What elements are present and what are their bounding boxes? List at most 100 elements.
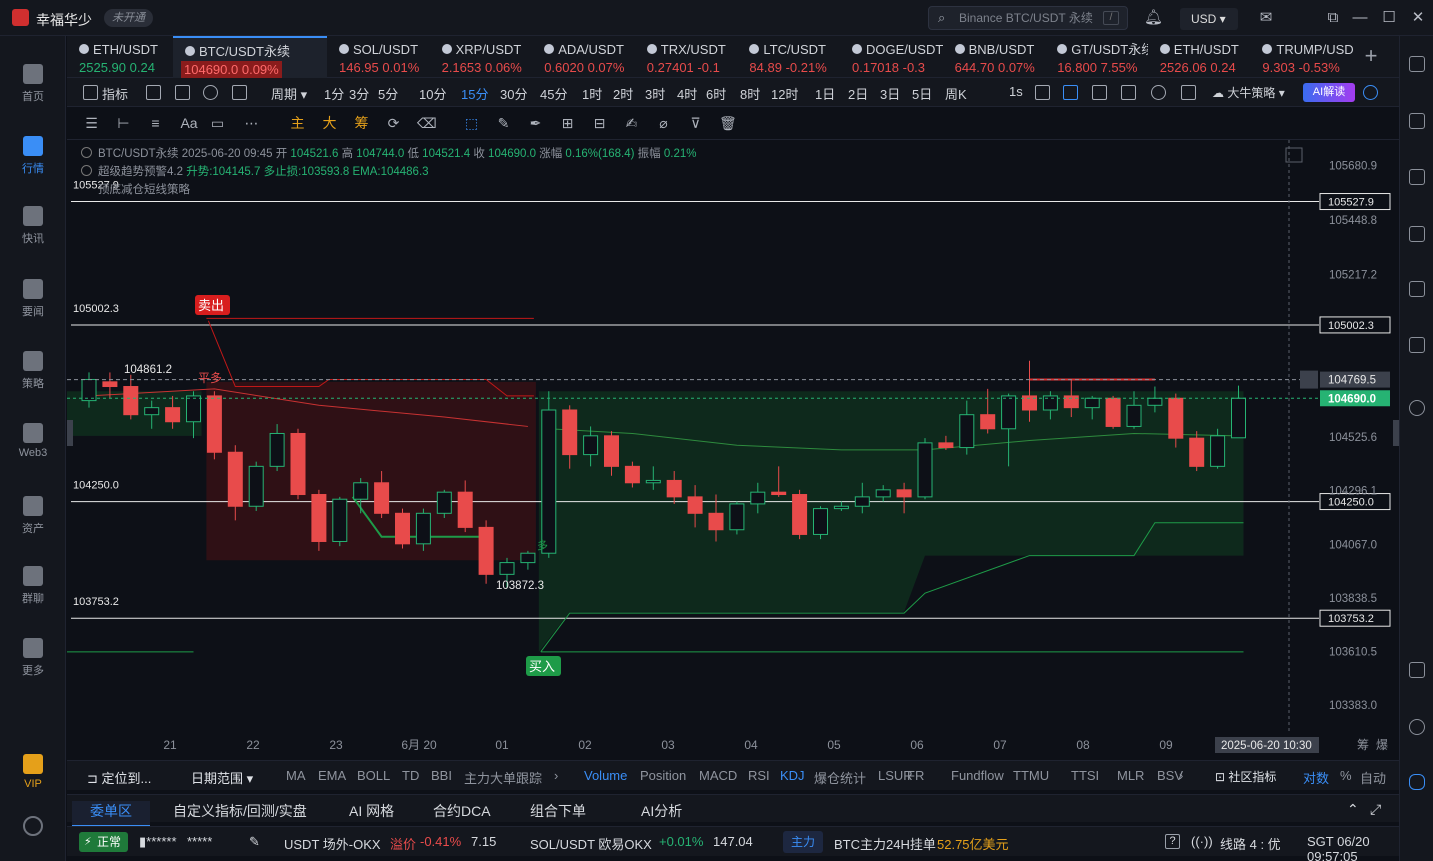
tab-9[interactable]: GT/USDT永续 16.800 7.55%	[1045, 36, 1148, 78]
candle-body[interactable]	[1063, 395, 1079, 409]
candle-body[interactable]	[604, 435, 619, 467]
candle-body[interactable]	[1001, 395, 1017, 430]
candle-body[interactable]	[1147, 397, 1163, 406]
sidebar-item-9[interactable]: VIP	[0, 754, 66, 790]
tab-10[interactable]: ETH/USDT 2526.06 0.24	[1148, 36, 1251, 78]
log-scale-toggle[interactable]: 对数	[1303, 768, 1329, 787]
sub-indicator-0[interactable]: Volume	[584, 768, 627, 783]
candle-body[interactable]	[896, 489, 912, 498]
candle-body[interactable]	[1231, 397, 1246, 439]
candle-body[interactable]	[562, 409, 578, 456]
sub-indicator-11[interactable]: MLR	[1117, 768, 1144, 783]
chip-tool[interactable]: 筹	[353, 115, 370, 132]
timeframe-8[interactable]: 2时	[613, 84, 633, 103]
candle-body[interactable]	[186, 395, 201, 423]
candle-body[interactable]	[729, 503, 745, 531]
timeframe-18[interactable]: 周K	[945, 84, 967, 103]
candle-body[interactable]	[332, 498, 348, 542]
legend-collapse-icon[interactable]	[81, 165, 92, 176]
panel-layout-icon[interactable]	[1409, 662, 1425, 678]
main-indicator-0[interactable]: MA	[286, 768, 306, 783]
sidebar-item-6[interactable]: 资产	[0, 496, 66, 536]
sub-indicator-2[interactable]: MACD	[699, 768, 737, 783]
sub-indicator-8[interactable]: Fundflow	[951, 768, 1004, 783]
ruler-icon[interactable]: ▭	[209, 115, 226, 132]
candle-type-icon[interactable]	[232, 85, 247, 100]
timeframe-3[interactable]: 10分	[419, 84, 446, 103]
pattern-icon[interactable]: ⟳	[385, 115, 402, 132]
candle-body[interactable]	[624, 465, 640, 484]
timeframe-1[interactable]: 3分	[349, 84, 369, 103]
tab-4[interactable]: ADA/USDT 0.6020 0.07%	[532, 36, 635, 78]
price-chart[interactable]: 105527.9 105527.9 105002.3 105002.3 104250.0…	[67, 140, 1399, 760]
candle-body[interactable]	[123, 386, 139, 416]
pen-icon[interactable]: ✒	[527, 115, 544, 132]
timeframe-14[interactable]: 1日	[815, 84, 835, 103]
tab-5[interactable]: TRX/USDT 0.27401 -0.1	[635, 36, 738, 78]
popout-window-icon[interactable]: ⧉	[1324, 9, 1342, 27]
candle-body[interactable]	[478, 526, 494, 575]
tab-6[interactable]: LTC/USDT 84.89 -0.21%	[737, 36, 840, 78]
cursor-select-icon[interactable]: ⬚	[463, 115, 480, 132]
timeframe-13[interactable]: 12时	[771, 84, 798, 103]
sidebar-item-2[interactable]: 快讯	[0, 206, 66, 246]
sidebar-item-8[interactable]: 更多	[0, 638, 66, 678]
tab-3[interactable]: XRP/USDT 2.1653 0.06%	[430, 36, 533, 78]
layout-grid-icon[interactable]	[175, 85, 190, 100]
candle-body[interactable]	[750, 491, 766, 505]
more-dots-icon[interactable]: ⋯	[243, 115, 260, 132]
candle-body[interactable]	[1084, 397, 1100, 409]
tab-2[interactable]: SOL/USDT 146.95 0.01%	[327, 36, 430, 78]
sub-indicator-1[interactable]: Position	[640, 768, 686, 783]
candle-body[interactable]	[144, 407, 160, 416]
filter-icon[interactable]: ⊽	[687, 115, 704, 132]
panel-tab-5[interactable]: AI分析	[641, 801, 682, 821]
candle-body[interactable]	[165, 407, 181, 423]
panel-tab-2[interactable]: AI 网格	[349, 801, 394, 821]
layout-list-icon[interactable]	[1409, 56, 1425, 72]
candle-body[interactable]	[353, 482, 369, 500]
chart-canvas[interactable]: 105527.9105527.9105002.3105002.3104250.0…	[67, 140, 1399, 760]
timeframe-2[interactable]: 5分	[378, 84, 398, 103]
candle-body[interactable]	[771, 491, 787, 496]
candle-body[interactable]	[436, 491, 452, 514]
candle-body[interactable]	[708, 512, 724, 531]
candle-body[interactable]	[1168, 397, 1184, 439]
strategy-dropdown[interactable]: ☁ 大牛策略 ▾	[1212, 84, 1285, 101]
mail-icon[interactable]: ✉	[1257, 9, 1275, 27]
timeframe-16[interactable]: 3日	[880, 84, 900, 103]
period-dropdown[interactable]: 周期 ▾	[271, 84, 307, 103]
candle-body[interactable]	[917, 442, 933, 498]
currency-select[interactable]: USD ▾	[1180, 8, 1238, 30]
right-scroll-handle[interactable]	[1393, 420, 1399, 446]
note-edit-icon[interactable]: ✍	[623, 115, 640, 132]
main-tool[interactable]: 主	[289, 115, 306, 132]
candle-body[interactable]	[645, 479, 661, 484]
candle-body[interactable]	[875, 489, 891, 498]
monitor-icon[interactable]	[1409, 281, 1425, 297]
minimize-icon[interactable]: —	[1351, 9, 1369, 27]
candle-body[interactable]	[792, 494, 808, 535]
sidebar-item-4[interactable]: 策略	[0, 351, 66, 391]
left-scroll-handle[interactable]	[67, 420, 73, 446]
timeframe-17[interactable]: 5日	[912, 84, 932, 103]
eraser-icon[interactable]: ⌫	[417, 115, 437, 132]
main-indicator-2[interactable]: BOLL	[357, 768, 390, 783]
chevron-right-icon[interactable]: ›	[1179, 768, 1183, 783]
candle-body[interactable]	[520, 552, 536, 564]
interval-1s[interactable]: 1s	[1009, 84, 1023, 99]
timeframe-5[interactable]: 30分	[500, 84, 527, 103]
brush-icon[interactable]: ✎	[495, 115, 512, 132]
settings-gear-icon[interactable]	[1151, 85, 1166, 100]
robot-assistant-icon[interactable]	[1409, 774, 1425, 790]
main-indicator-3[interactable]: TD	[402, 768, 419, 783]
measure-icon[interactable]: ⊞	[559, 115, 576, 132]
trash-icon[interactable]: 🗑︎	[719, 115, 737, 132]
close-icon[interactable]: ✕	[1409, 9, 1427, 27]
candle-body[interactable]	[227, 451, 243, 507]
candle-body[interactable]	[1210, 435, 1226, 467]
card-icon[interactable]	[1409, 337, 1425, 353]
main-indicator-4[interactable]: BBI	[431, 768, 452, 783]
big-order-tool[interactable]: 大	[321, 115, 338, 132]
candle-body[interactable]	[248, 465, 264, 507]
